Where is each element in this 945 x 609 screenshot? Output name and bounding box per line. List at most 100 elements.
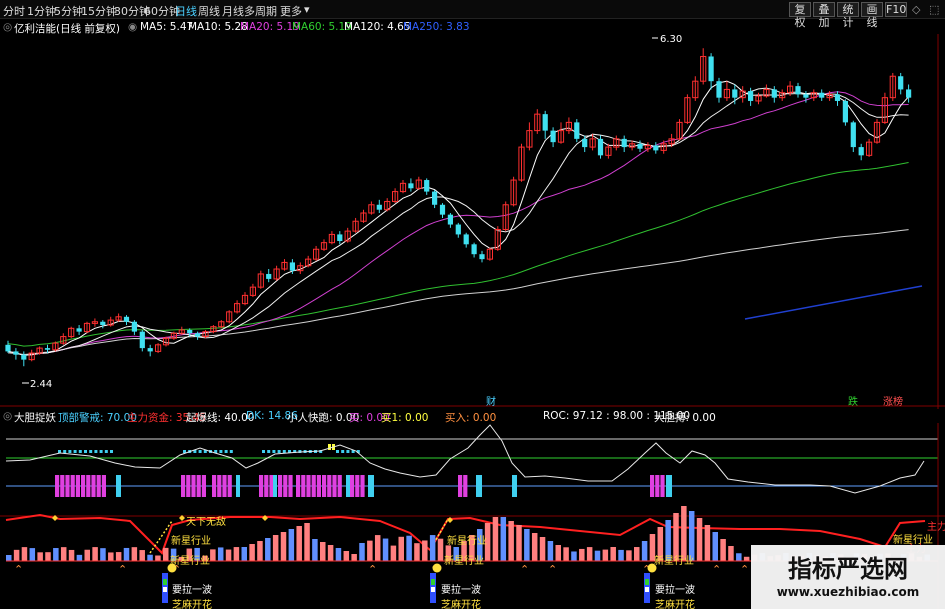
candle-body: [850, 122, 856, 148]
box-label-3a: 要拉一波: [655, 585, 695, 596]
ma60-value: MA60: 5.19: [292, 21, 352, 33]
flow-bar: [272, 535, 279, 561]
timeframe-tab[interactable]: 更多: [280, 3, 302, 19]
flow-bar: [524, 529, 530, 561]
timeframe-tab[interactable]: 日线: [175, 3, 197, 19]
timeframe-tab[interactable]: 分时: [3, 3, 25, 19]
box-label-2a: 要拉一波: [441, 585, 481, 596]
signal-block: [296, 475, 301, 497]
top-dot: [63, 450, 67, 453]
flow-bar: [327, 545, 334, 561]
event-marker: 涨榜: [883, 395, 903, 408]
timeframe-tab[interactable]: 多周期: [244, 3, 277, 19]
top-dot: [78, 450, 82, 453]
cyan-block: [476, 475, 482, 497]
flow-bar: [704, 525, 711, 561]
toolbar-button[interactable]: 叠加: [813, 2, 835, 29]
layout-icon[interactable]: ◇: [912, 3, 920, 16]
candle-body: [834, 94, 841, 101]
top-dot: [267, 450, 271, 453]
candle-body: [13, 351, 19, 355]
signal-block: [81, 475, 86, 497]
window-icon[interactable]: ⬚: [929, 3, 939, 16]
flow-bar: [257, 541, 263, 561]
timeframe-tab[interactable]: 15分钟: [81, 3, 117, 19]
flow-bar: [736, 553, 742, 561]
flow-bar: [555, 545, 561, 561]
flow-bar: [547, 541, 554, 561]
top-dot: [277, 450, 281, 453]
flow-bar: [586, 547, 593, 561]
signal-block: [350, 475, 355, 497]
flow-bar: [60, 547, 67, 561]
flow-bar: [45, 552, 51, 561]
timeframe-tab[interactable]: 1分钟: [27, 3, 56, 19]
candle-body: [471, 244, 477, 255]
watermark-banner: 指标严选网 www.xuezhibiao.com: [751, 545, 945, 609]
timeframe-tab[interactable]: 月线: [222, 3, 244, 19]
flow-bar: [579, 548, 585, 561]
top-dot: [104, 450, 108, 453]
indicator-toggle-icon[interactable]: ◎: [3, 410, 12, 422]
candle-body: [131, 321, 137, 332]
signal-block: [212, 475, 217, 497]
wave-box-inner: [645, 579, 649, 585]
signal-block: [217, 475, 222, 497]
flow-bar: [249, 544, 255, 561]
price-chart[interactable]: 6.30 2.44 财 跌 涨榜: [0, 34, 945, 409]
flow-bar: [131, 547, 138, 561]
timeframe-tab[interactable]: 周线: [198, 3, 220, 19]
flow-bar: [21, 547, 28, 561]
flow-bar: [100, 548, 106, 561]
signal-label-newstar-1: 新星行业: [171, 536, 211, 547]
top-dot: [84, 450, 87, 453]
flow-bar: [84, 549, 90, 561]
top-dot: [219, 450, 223, 453]
flow-bar: [594, 550, 601, 561]
toolbar-button[interactable]: 画线: [861, 2, 883, 29]
event-marker: 跌: [848, 395, 858, 408]
flow-bar: [115, 552, 122, 561]
flow-bar: [280, 532, 287, 561]
candle-body: [732, 89, 738, 98]
candle-body: [716, 81, 722, 98]
signal-block: [655, 475, 660, 497]
ma-settings-icon[interactable]: ◉: [128, 21, 137, 33]
signal-block: [650, 475, 655, 497]
toolbar-button[interactable]: F10: [885, 2, 907, 17]
flow-bar: [743, 556, 750, 561]
ma10-value: MA10: 5.28: [188, 21, 248, 33]
flow-bar: [626, 550, 632, 561]
price-info-bar: ◎ 亿利洁能(日线 前复权) ◉ MA5: 5.47 MA10: 5.28 MA…: [0, 20, 945, 35]
ma60-line: [7, 162, 909, 347]
toolbar-button[interactable]: 复权: [789, 2, 811, 29]
signal-block: [660, 475, 665, 497]
candle-body: [432, 191, 438, 205]
signal-block: [327, 475, 332, 497]
top-dot: [262, 450, 265, 453]
signal-block: [96, 475, 101, 497]
signal-block: [259, 475, 264, 497]
ma250-line: [744, 285, 923, 320]
signal-block: [288, 475, 293, 497]
top-dot: [94, 450, 98, 453]
candle-body: [447, 214, 453, 225]
ma120-value: MA120: 4.65: [344, 21, 411, 33]
flow-bar: [139, 550, 145, 561]
signal-block: [269, 475, 274, 497]
flow-bar: [531, 533, 538, 561]
candle-body: [408, 183, 414, 189]
panel-toggle-icon[interactable]: ◎: [3, 21, 12, 33]
candle-body: [621, 138, 627, 148]
more-dropdown-icon[interactable]: ▾: [304, 3, 310, 16]
cyan-block: [273, 475, 277, 497]
signal-block: [60, 475, 65, 497]
flow-bar: [312, 539, 318, 561]
candle-body: [337, 234, 343, 242]
cyan-block: [116, 475, 121, 497]
flow-bar: [76, 554, 83, 561]
toolbar-button[interactable]: 统计: [837, 2, 859, 29]
timeframe-tab[interactable]: 5分钟: [54, 3, 83, 19]
flow-bar: [335, 548, 342, 561]
flow-bar: [225, 549, 232, 561]
